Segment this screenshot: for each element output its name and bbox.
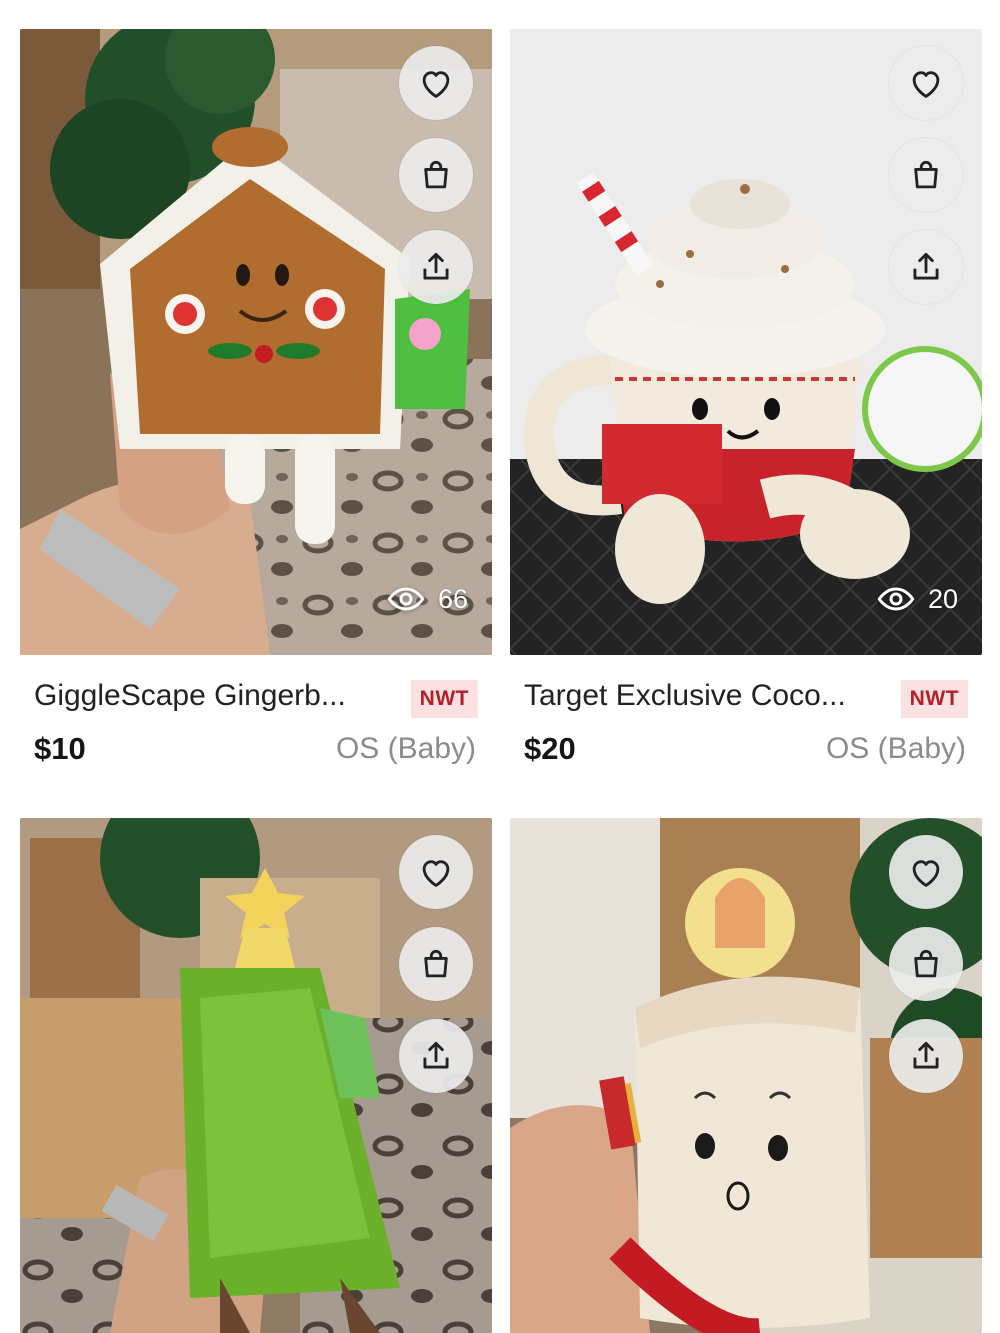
cocoa-plush-photo bbox=[510, 29, 982, 655]
share-button[interactable] bbox=[399, 230, 473, 304]
view-count-value: 20 bbox=[927, 583, 958, 614]
eye-icon bbox=[387, 587, 425, 611]
add-to-bag-button[interactable] bbox=[399, 138, 473, 212]
add-to-bag-button[interactable] bbox=[889, 927, 963, 1001]
add-to-bag-button[interactable] bbox=[399, 927, 473, 1001]
listing-price: $20 bbox=[524, 731, 576, 766]
shopping-bag-icon bbox=[914, 949, 938, 978]
like-button[interactable] bbox=[399, 46, 473, 120]
listing-card[interactable] bbox=[510, 818, 982, 1333]
eye-icon bbox=[877, 587, 915, 611]
shopping-bag-icon bbox=[424, 160, 448, 189]
view-count: 66 bbox=[386, 579, 468, 619]
listing-meta: GiggleScape Gingerb... NWT $10 OS (Baby) bbox=[20, 655, 492, 773]
share-button[interactable] bbox=[399, 1019, 473, 1093]
share-button[interactable] bbox=[889, 1019, 963, 1093]
listing-image-candle[interactable] bbox=[510, 818, 982, 1333]
like-button[interactable] bbox=[399, 835, 473, 909]
listing-size: OS (Baby) bbox=[825, 732, 966, 765]
shopping-bag-icon bbox=[914, 160, 938, 189]
listing-card[interactable]: 20 Target Exclusive Coco... NWT $20 OS (… bbox=[510, 29, 982, 773]
add-to-bag-button[interactable] bbox=[889, 138, 963, 212]
heart-icon bbox=[422, 860, 450, 887]
share-button[interactable] bbox=[889, 230, 963, 304]
share-icon bbox=[423, 252, 449, 280]
shopping-bag-icon bbox=[424, 949, 448, 978]
listing-image-gingerbread-house[interactable]: 66 bbox=[20, 29, 492, 655]
share-icon bbox=[423, 1041, 449, 1069]
heart-icon bbox=[422, 71, 450, 98]
listing-price: $10 bbox=[34, 731, 86, 766]
share-icon bbox=[913, 252, 939, 280]
listing-card[interactable] bbox=[20, 818, 492, 1333]
listing-title[interactable]: GiggleScape Gingerb... bbox=[34, 679, 346, 713]
view-count: 20 bbox=[876, 579, 958, 619]
heart-icon bbox=[912, 860, 940, 887]
listing-meta: Target Exclusive Coco... NWT $20 OS (Bab… bbox=[510, 655, 982, 773]
like-button[interactable] bbox=[889, 835, 963, 909]
gingerbread-plush-photo bbox=[20, 29, 492, 655]
condition-badge: NWT bbox=[900, 680, 968, 718]
listing-card[interactable]: 66 GiggleScape Gingerb... NWT $10 OS (Ba… bbox=[20, 29, 492, 773]
listing-title[interactable]: Target Exclusive Coco... bbox=[524, 679, 846, 713]
share-icon bbox=[913, 1041, 939, 1069]
heart-icon bbox=[912, 71, 940, 98]
listing-image-cocoa-mug[interactable]: 20 bbox=[510, 29, 982, 655]
condition-badge: NWT bbox=[410, 680, 478, 718]
like-button[interactable] bbox=[889, 46, 963, 120]
listing-image-christmas-tree[interactable] bbox=[20, 818, 492, 1333]
listing-size: OS (Baby) bbox=[335, 732, 476, 765]
view-count-value: 66 bbox=[437, 583, 468, 614]
